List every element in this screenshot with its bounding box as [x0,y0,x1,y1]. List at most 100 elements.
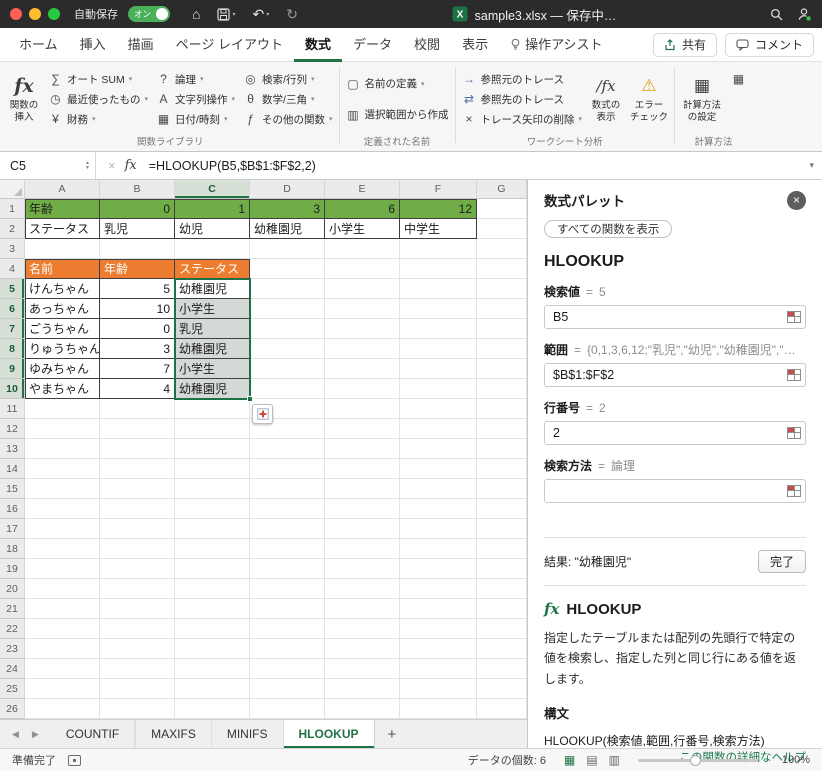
row-header-4[interactable]: 4 [0,259,25,279]
cell-E8[interactable] [325,339,400,359]
cell-E24[interactable] [325,659,400,679]
row-header-13[interactable]: 13 [0,439,25,459]
page-break-view-icon[interactable]: ▥ [609,753,620,767]
select-all-corner[interactable] [0,180,25,199]
cell-E25[interactable] [325,679,400,699]
cell-B11[interactable] [100,399,175,419]
trace-precedents-button[interactable]: → 参照元のトレース [462,72,583,87]
macro-record-icon[interactable] [68,754,81,766]
account-icon[interactable] [797,7,812,22]
cell-D26[interactable] [250,699,325,719]
cell-B13[interactable] [100,439,175,459]
cell-A1[interactable]: 年齢 [25,199,100,219]
cell-C11[interactable] [175,399,250,419]
column-header-b[interactable]: B [100,180,175,199]
cell-D18[interactable] [250,539,325,559]
tab-tell-me[interactable]: 操作アシスト [499,28,613,62]
cell-G8[interactable] [477,339,527,359]
tab-draw[interactable]: 描画 [117,28,165,62]
cell-B7[interactable]: 0 [100,319,175,339]
cell-F22[interactable] [400,619,477,639]
cell-C25[interactable] [175,679,250,699]
cell-E21[interactable] [325,599,400,619]
cell-A25[interactable] [25,679,100,699]
cell-G22[interactable] [477,619,527,639]
cell-G4[interactable] [477,259,527,279]
share-button[interactable]: 共有 [652,32,717,57]
cell-F20[interactable] [400,579,477,599]
cell-A21[interactable] [25,599,100,619]
cell-A13[interactable] [25,439,100,459]
cell-A10[interactable]: やまちゃん [25,379,100,399]
range-picker-icon[interactable] [787,485,801,497]
cell-C8[interactable]: 幼稚園児 [175,339,250,359]
row-header-9[interactable]: 9 [0,359,25,379]
row-header-21[interactable]: 21 [0,599,25,619]
cell-A8[interactable]: りゅうちゃん [25,339,100,359]
cell-A2[interactable]: ステータス [25,219,100,239]
calculation-options-button[interactable]: ▦ 計算方法の設定 [681,75,723,123]
sheet-tab-minifs[interactable]: MINIFS [212,720,284,748]
cell-B1[interactable]: 0 [100,199,175,219]
row-header-11[interactable]: 11 [0,399,25,419]
row-header-14[interactable]: 14 [0,459,25,479]
tab-review[interactable]: 校閲 [403,28,451,62]
cell-B9[interactable]: 7 [100,359,175,379]
cell-D7[interactable] [250,319,325,339]
cell-E3[interactable] [325,239,400,259]
show-all-functions-button[interactable]: すべての関数を表示 [544,220,673,238]
row-header-10[interactable]: 10 [0,379,25,399]
cell-G16[interactable] [477,499,527,519]
cell-B24[interactable] [100,659,175,679]
cell-G17[interactable] [477,519,527,539]
page-layout-view-icon[interactable]: ▤ [586,753,597,767]
cell-D3[interactable] [250,239,325,259]
autofill-options-button[interactable] [252,404,273,424]
comments-button[interactable]: コメント [724,32,814,57]
cell-E22[interactable] [325,619,400,639]
cell-F25[interactable] [400,679,477,699]
save-icon[interactable]: ▾ [217,7,235,21]
cell-C26[interactable] [175,699,250,719]
tab-home[interactable]: ホーム [8,28,69,62]
cell-A12[interactable] [25,419,100,439]
cell-G11[interactable] [477,399,527,419]
minimize-window-button[interactable] [29,8,41,20]
cell-C9[interactable]: 小学生 [175,359,250,379]
cell-A9[interactable]: ゆみちゃん [25,359,100,379]
cell-D17[interactable] [250,519,325,539]
cell-D23[interactable] [250,639,325,659]
cell-D16[interactable] [250,499,325,519]
cell-B18[interactable] [100,539,175,559]
row-header-5[interactable]: 5 [0,279,25,299]
cell-D9[interactable] [250,359,325,379]
name-box-stepper[interactable]: ▴ ▾ [86,160,91,171]
cell-B4[interactable]: 年齢 [100,259,175,279]
column-header-c[interactable]: C [175,180,250,199]
cell-E6[interactable] [325,299,400,319]
cell-E17[interactable] [325,519,400,539]
cell-E26[interactable] [325,699,400,719]
cell-D1[interactable]: 3 [250,199,325,219]
undo-icon[interactable]: ↶ ▾ [252,6,269,23]
cell-C12[interactable] [175,419,250,439]
define-name-button[interactable]: ▢ 名前の定義 ▾ [346,76,449,91]
cell-F16[interactable] [400,499,477,519]
cell-F17[interactable] [400,519,477,539]
cell-F5[interactable] [400,279,477,299]
cell-G9[interactable] [477,359,527,379]
cell-D2[interactable]: 幼稚園児 [250,219,325,239]
cell-G19[interactable] [477,559,527,579]
cell-A22[interactable] [25,619,100,639]
financial-button[interactable]: ¥ 財務 ▾ [48,112,148,127]
close-pane-icon[interactable]: × [787,190,806,210]
insert-function-fx-icon[interactable]: fx [125,158,137,173]
prev-sheet-icon[interactable]: ◀ [12,729,19,740]
cell-C18[interactable] [175,539,250,559]
cell-C1[interactable]: 1 [175,199,250,219]
cell-D22[interactable] [250,619,325,639]
fullscreen-window-button[interactable] [48,8,60,20]
cell-G7[interactable] [477,319,527,339]
cell-A4[interactable]: 名前 [25,259,100,279]
tab-view[interactable]: 表示 [451,28,499,62]
